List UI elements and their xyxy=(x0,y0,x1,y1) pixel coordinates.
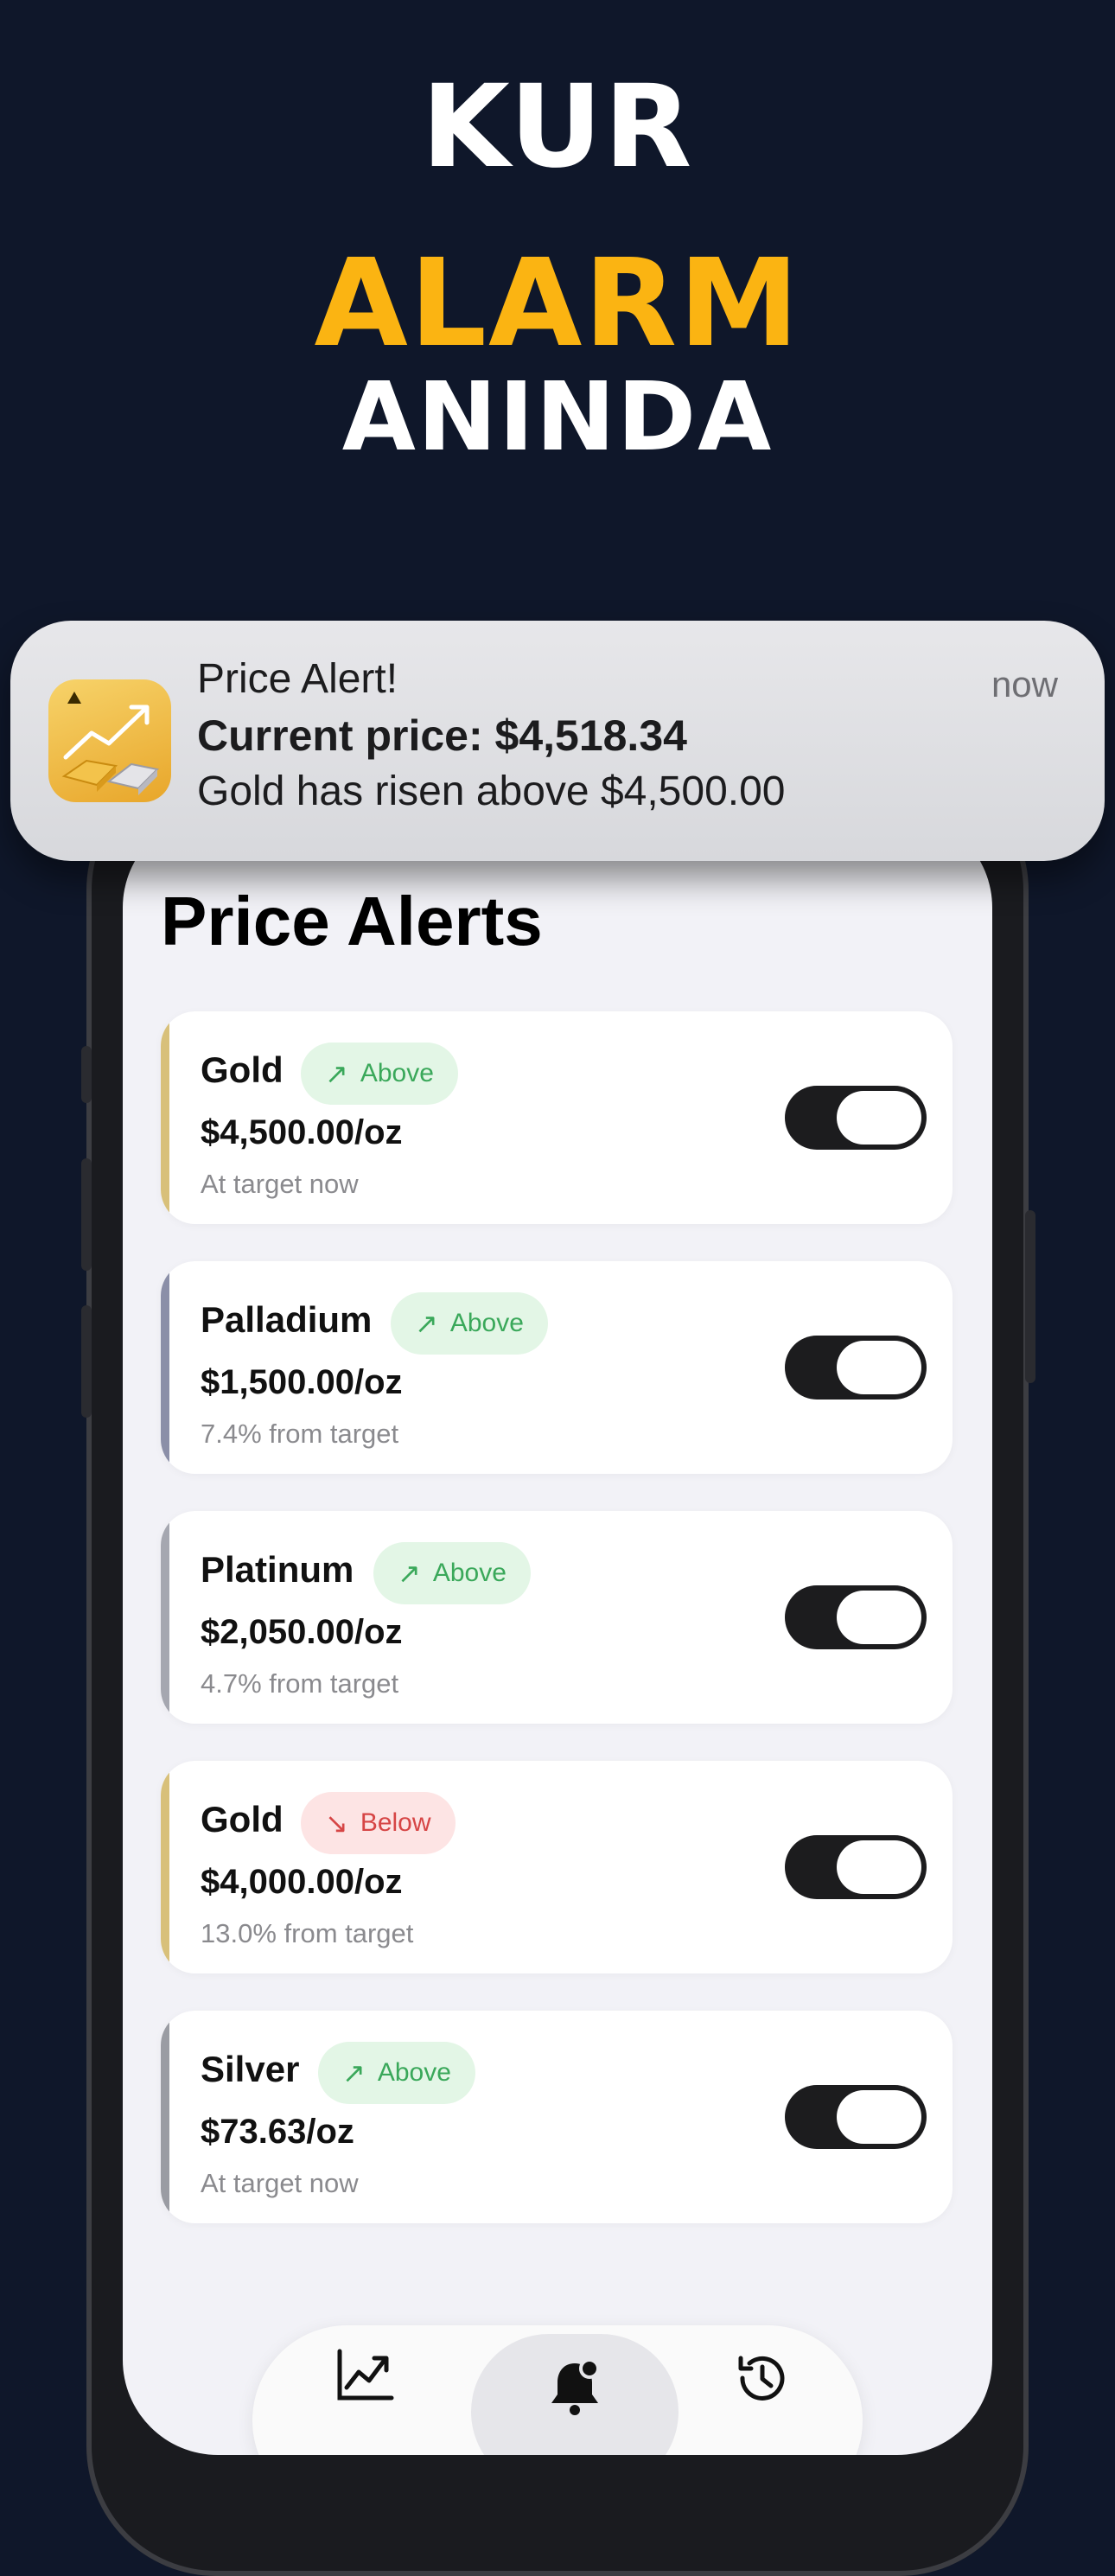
gold-bars-chart-icon xyxy=(48,679,171,802)
toggle-knob xyxy=(837,1091,921,1145)
alert-status: 4.7% from target xyxy=(201,1668,399,1699)
phone-power-button xyxy=(1025,1210,1035,1383)
direction-badge: ↗ Above xyxy=(391,1292,548,1355)
alert-target-price: $73.63/oz xyxy=(201,2113,354,2151)
tab-bar xyxy=(252,2325,863,2455)
arrow-up-right-icon: ↗ xyxy=(342,2057,366,2088)
direction-label: Above xyxy=(377,2058,451,2087)
alert-toggle[interactable] xyxy=(785,2085,927,2149)
alert-card-gold-above[interactable]: Gold ↗ Above $4,500.00/oz At target now xyxy=(161,1011,953,1224)
page-title: Price Alerts xyxy=(161,883,543,960)
phone-volume-down-button xyxy=(81,1305,92,1418)
direction-badge: ↗ Above xyxy=(373,1542,531,1604)
direction-label: Above xyxy=(432,1559,507,1587)
alert-metal-name: Gold xyxy=(201,1049,284,1090)
alert-target-price: $1,500.00/oz xyxy=(201,1363,403,1401)
push-notification[interactable]: Price Alert! Current price: $4,518.34 Go… xyxy=(10,621,1105,861)
toggle-knob xyxy=(837,2090,921,2144)
headline-kur: KUR xyxy=(421,61,694,194)
alert-metal-name: Gold xyxy=(201,1799,284,1840)
notification-current-price: Current price: $4,518.34 xyxy=(197,711,687,760)
phone-screen: Price Alerts Gold ↗ Above $4,500.00/oz A… xyxy=(123,813,992,2455)
direction-label: Above xyxy=(449,1309,524,1337)
alert-target-price: $4,000.00/oz xyxy=(201,1863,403,1901)
alert-toggle[interactable] xyxy=(785,1336,927,1400)
tab-history[interactable] xyxy=(676,2325,849,2455)
bell-icon xyxy=(551,2358,600,2415)
alert-card-silver-above[interactable]: Silver ↗ Above $73.63/oz At target now xyxy=(161,2011,953,2223)
card-accent-bar xyxy=(161,1011,169,1224)
toggle-knob xyxy=(837,1840,921,1894)
alert-status: At target now xyxy=(201,1169,359,1199)
alert-status: 13.0% from target xyxy=(201,1918,414,1948)
phone-volume-up-button xyxy=(81,1158,92,1271)
alert-target-price: $2,050.00/oz xyxy=(201,1613,403,1651)
alert-status: At target now xyxy=(201,2168,359,2198)
direction-label: Below xyxy=(360,1808,431,1837)
arrow-up-right-icon: ↗ xyxy=(325,1058,348,1089)
alert-metal-name: Silver xyxy=(201,2049,300,2089)
tab-prices[interactable] xyxy=(278,2325,451,2455)
alert-card-palladium-above[interactable]: Palladium ↗ Above $1,500.00/oz 7.4% from… xyxy=(161,1261,953,1474)
phone-side-button xyxy=(81,1046,92,1103)
card-accent-bar xyxy=(161,1761,169,1973)
headline-alarm: ALARM xyxy=(314,233,801,374)
alert-target-price: $4,500.00/oz xyxy=(201,1113,403,1151)
direction-badge: ↗ Above xyxy=(301,1043,458,1105)
direction-badge: ↗ Above xyxy=(318,2042,475,2104)
direction-label: Above xyxy=(360,1059,434,1087)
alert-metal-name: Palladium xyxy=(201,1299,373,1340)
history-icon xyxy=(738,2356,785,2401)
headline-aninda: ANINDA xyxy=(341,361,774,472)
chart-line-icon xyxy=(337,2349,394,2401)
alert-metal-name: Platinum xyxy=(201,1549,354,1590)
alert-card-gold-below[interactable]: Gold ↘ Below $4,000.00/oz 13.0% from tar… xyxy=(161,1761,953,1973)
card-accent-bar xyxy=(161,1261,169,1474)
alert-toggle[interactable] xyxy=(785,1585,927,1649)
arrow-up-right-icon: ↗ xyxy=(415,1308,438,1339)
alert-toggle[interactable] xyxy=(785,1835,927,1899)
alert-toggle[interactable] xyxy=(785,1086,927,1150)
card-accent-bar xyxy=(161,1511,169,1724)
arrow-up-right-icon: ↗ xyxy=(398,1558,421,1589)
card-accent-bar xyxy=(161,2011,169,2223)
tab-alerts[interactable] xyxy=(471,2334,679,2455)
alert-card-platinum-above[interactable]: Platinum ↗ Above $2,050.00/oz 4.7% from … xyxy=(161,1511,953,1724)
toggle-knob xyxy=(837,1591,921,1644)
notification-title: Price Alert! xyxy=(197,656,398,702)
toggle-knob xyxy=(837,1341,921,1394)
direction-badge: ↘ Below xyxy=(301,1792,456,1854)
notification-time: now xyxy=(991,664,1058,705)
notification-message: Gold has risen above $4,500.00 xyxy=(197,768,786,814)
alert-status: 7.4% from target xyxy=(201,1419,399,1449)
arrow-down-right-icon: ↘ xyxy=(325,1808,348,1839)
